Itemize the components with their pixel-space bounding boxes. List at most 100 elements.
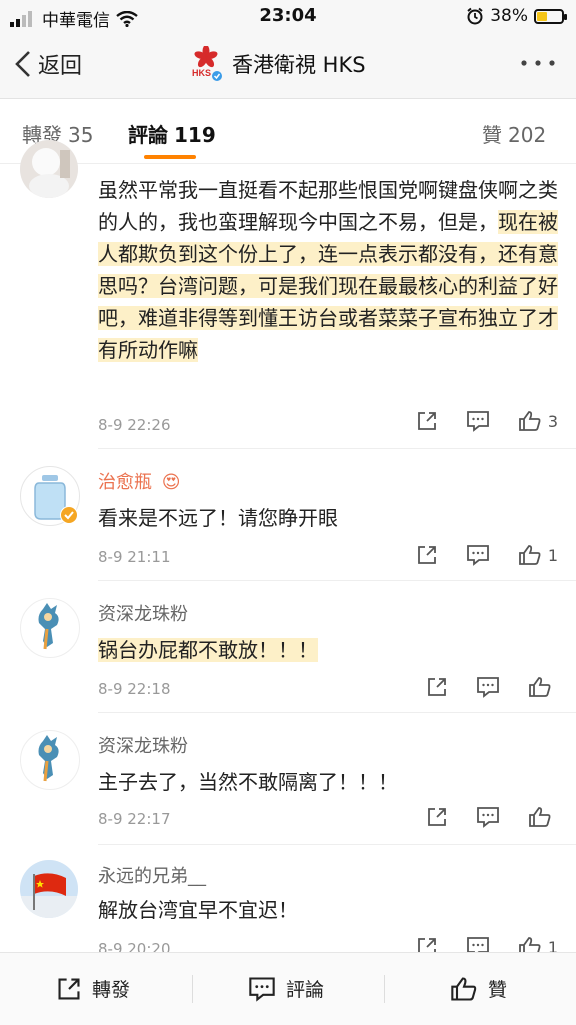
nav-bar: 返回 HKS 香港衛視 HKS bbox=[0, 34, 576, 99]
like-button[interactable]: 贊 bbox=[450, 975, 507, 1002]
comment-username-text: 治愈瓶 bbox=[98, 472, 152, 493]
comment-item: 虽然平常我一直挺看不起那些恨国党啊键盘侠啊之类的人的，我也蛮理解现今中国之不易，… bbox=[0, 140, 576, 450]
tab-likes-label: 贊 bbox=[482, 123, 502, 147]
share-icon bbox=[428, 678, 446, 696]
share-icon bbox=[428, 808, 446, 826]
comment-button[interactable]: 評論 bbox=[248, 975, 324, 1002]
like-button[interactable] bbox=[528, 806, 558, 828]
reply-button[interactable] bbox=[466, 410, 490, 432]
active-tab-indicator bbox=[144, 155, 196, 159]
comment-text: 看来是不远了！请您睁开眼 bbox=[98, 506, 338, 530]
tab-likes[interactable]: 贊 202 bbox=[482, 119, 546, 148]
comment-actions bbox=[426, 676, 558, 698]
comment-username[interactable]: 治愈瓶 😍 bbox=[98, 468, 181, 494]
tab-comments-count: 119 bbox=[174, 123, 216, 147]
comment-item: 治愈瓶 😍 看来是不远了！请您睁开眼 8-9 21:11 1 bbox=[0, 452, 576, 582]
like-button[interactable]: 3 bbox=[518, 410, 558, 432]
avatar[interactable] bbox=[20, 598, 80, 658]
comment-icon bbox=[249, 976, 275, 1002]
comment-text: 解放台湾宜早不宜迟！ bbox=[98, 898, 298, 922]
thumbs-up-icon bbox=[451, 976, 477, 1001]
like-button[interactable] bbox=[528, 676, 558, 698]
tab-repost-count: 35 bbox=[68, 123, 94, 147]
divider bbox=[98, 712, 576, 713]
svg-text:HKS: HKS bbox=[192, 68, 211, 78]
comment-icon bbox=[477, 807, 499, 828]
chevron-left-icon bbox=[15, 51, 30, 77]
share-icon bbox=[58, 977, 80, 1000]
verified-badge-icon bbox=[60, 506, 78, 524]
back-label: 返回 bbox=[38, 54, 83, 79]
divider bbox=[192, 975, 193, 1003]
avatar[interactable] bbox=[20, 860, 78, 918]
reply-button[interactable] bbox=[466, 544, 490, 566]
comment-text-plain: 虽然平常我一直挺看不起那些恨国党啊键盘侠啊之类的人的，我也蛮理解现今中国之不易，… bbox=[98, 178, 558, 234]
member-badge-icon: 😍 bbox=[161, 472, 181, 493]
comment-time: 8-9 20:20 bbox=[98, 940, 171, 952]
repost-label: 轉發 bbox=[92, 979, 131, 1001]
divider bbox=[384, 975, 385, 1003]
comment-icon bbox=[466, 411, 489, 432]
comment-time: 8-9 22:26 bbox=[98, 416, 171, 434]
share-button[interactable] bbox=[426, 806, 448, 828]
more-icon bbox=[521, 60, 555, 66]
comment-label: 評論 bbox=[286, 979, 325, 1001]
tab-comments[interactable]: 評論 119 bbox=[128, 119, 216, 148]
like-count: 1 bbox=[547, 937, 558, 953]
hks-logo: HKS bbox=[190, 46, 222, 82]
repost-button[interactable]: 轉發 bbox=[56, 975, 130, 1002]
share-icon bbox=[417, 938, 436, 952]
back-button[interactable]: 返回 bbox=[14, 48, 82, 80]
share-icon bbox=[417, 546, 436, 564]
reply-button[interactable] bbox=[466, 936, 490, 952]
comment-text: 虽然平常我一直挺看不起那些恨国党啊键盘侠啊之类的人的，我也蛮理解现今中国之不易，… bbox=[98, 174, 558, 366]
comment-username[interactable]: 永远的兄弟__ bbox=[98, 862, 206, 888]
status-right: 38% bbox=[466, 6, 567, 26]
alarm-icon bbox=[467, 7, 483, 25]
like-button[interactable]: 1 bbox=[518, 544, 558, 566]
divider bbox=[98, 448, 576, 449]
comment-item: 资深龙珠粉 锅台办屁都不敢放！！！ 8-9 22:18 bbox=[0, 584, 576, 714]
bottom-action-bar: 轉發 評論 贊 bbox=[0, 952, 576, 1025]
comment-item: 资深龙珠粉 主子去了，当然不敢隔离了！！！ 8-9 22:17 bbox=[0, 716, 576, 846]
battery-percent: 38% bbox=[490, 6, 528, 26]
comment-actions bbox=[426, 806, 558, 828]
account-name: 香港衛視 HKS bbox=[232, 53, 366, 77]
tab-likes-count: 202 bbox=[508, 123, 547, 147]
tab-comments-label: 評論 bbox=[128, 123, 168, 147]
share-button[interactable] bbox=[426, 676, 448, 698]
like-count: 3 bbox=[547, 411, 558, 431]
thumbs-up-icon bbox=[518, 545, 541, 565]
comment-time: 8-9 22:18 bbox=[98, 680, 171, 698]
share-icon bbox=[417, 412, 436, 430]
thumbs-up-icon bbox=[529, 677, 551, 697]
comment-text: 主子去了，当然不敢隔离了！！！ bbox=[98, 770, 398, 794]
comment-icon bbox=[477, 677, 499, 698]
divider bbox=[98, 844, 576, 845]
share-button[interactable] bbox=[416, 936, 438, 952]
divider bbox=[98, 580, 576, 581]
reply-button[interactable] bbox=[476, 806, 500, 828]
comment-text-highlight: 锅台办屁都不敢放！！！ bbox=[98, 638, 318, 662]
page-title[interactable]: HKS 香港衛視 HKS bbox=[190, 46, 366, 82]
avatar[interactable] bbox=[20, 730, 80, 790]
status-bar: 中華電信 23:04 38% bbox=[0, 0, 576, 34]
avatar[interactable] bbox=[20, 140, 78, 198]
comment-username[interactable]: 资深龙珠粉 bbox=[98, 600, 188, 626]
comment-icon bbox=[466, 937, 489, 952]
comment-actions: 3 bbox=[416, 410, 558, 432]
share-button[interactable] bbox=[416, 544, 438, 566]
like-label: 贊 bbox=[488, 979, 508, 1001]
thumbs-up-icon bbox=[518, 411, 541, 431]
like-button[interactable]: 1 bbox=[518, 936, 558, 952]
comment-actions: 1 bbox=[416, 936, 558, 952]
comment-icon bbox=[466, 545, 489, 566]
comment-username[interactable]: 资深龙珠粉 bbox=[98, 732, 188, 758]
more-button[interactable] bbox=[520, 48, 556, 78]
comment-item: 永远的兄弟__ 解放台湾宜早不宜迟！ 8-9 20:20 1 bbox=[0, 848, 576, 952]
comment-text: 锅台办屁都不敢放！！！ bbox=[98, 634, 558, 666]
comment-time: 8-9 21:11 bbox=[98, 548, 171, 566]
reply-button[interactable] bbox=[476, 676, 500, 698]
share-button[interactable] bbox=[416, 410, 438, 432]
like-count: 1 bbox=[547, 545, 558, 565]
